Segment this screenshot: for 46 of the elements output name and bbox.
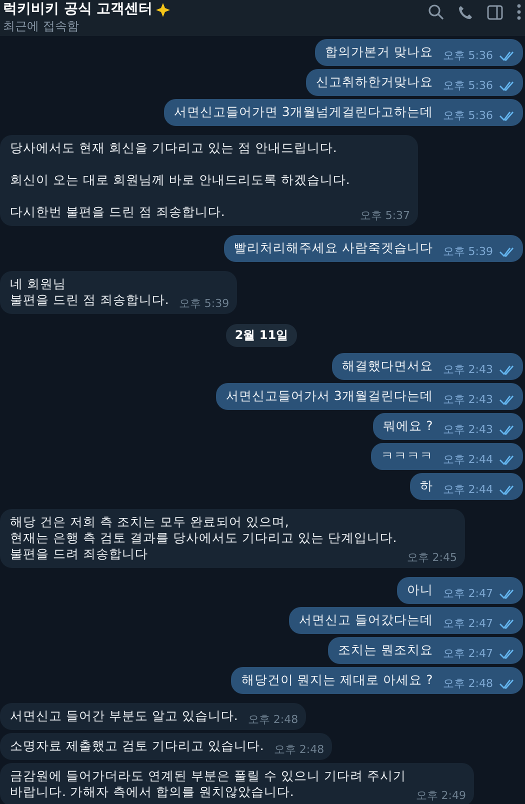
sidebar-toggle-icon[interactable] (487, 4, 503, 20)
message-time: 오후 5:36 (442, 48, 493, 63)
message-text: 조치는 뭔조치요 (338, 642, 433, 658)
phone-icon[interactable] (458, 4, 473, 20)
message-text: 뭐에요 ? (383, 418, 433, 434)
date-separator: 2월 11일 (226, 324, 298, 347)
message-text: ㅋㅋㅋㅋ (380, 448, 433, 464)
message-time: 오후 2:47 (442, 586, 493, 601)
message-time: 오후 2:44 (442, 452, 493, 467)
message-text: 당사에서도 현재 회신을 기다리고 있는 점 안내드립니다. 회신이 오는 대로 회원님께 바로 안내드리도록 하겠습니다. 다시한번 불편을 드린 점 죄송합니다. (10, 140, 350, 220)
message-text: 금감원에 들어가더라도 연계된 부분은 풀릴 수 있으니 기다려 주시기 바랍니다. 가해자 측에서 합의를 원치않았습니다. (10, 768, 406, 800)
last-seen-status: 최근에 접속함 (3, 18, 80, 34)
message-time: 오후 2:48 (442, 676, 493, 691)
message-text: 서면신고들어가서 3개월걸린다는데 (226, 388, 433, 404)
message-time: 오후 2:48 (274, 742, 324, 757)
message-text: 빨리처리해주세요 사람죽겟습니다 (234, 240, 433, 256)
message-text: 서면신고들어가면 3개월넘게걸린다고하는데 (174, 104, 433, 120)
search-icon[interactable] (428, 4, 444, 20)
message-text: 소명자료 제출했고 검토 기다리고 있습니다. (10, 738, 264, 754)
message-time: 오후 2:48 (248, 712, 298, 727)
message-time: 오후 2:47 (442, 616, 493, 631)
message-text: 신고취하한거맞나요 (316, 74, 433, 90)
message-time: 오후 2:45 (406, 550, 457, 565)
message-text: 해결했다면서요 (342, 358, 433, 374)
message-time: 오후 5:39 (442, 244, 493, 259)
message-text: 네 회원님 불편을 드린 점 죄송합니다. (10, 276, 169, 308)
more-menu-icon[interactable] (517, 4, 521, 20)
message-time: 오후 2:43 (442, 422, 493, 437)
message-time: 오후 5:39 (178, 296, 230, 311)
message-time: 오후 5:36 (442, 78, 493, 93)
message-time: 오후 5:36 (442, 108, 493, 123)
message-text: 해당건이 뭔지는 제대로 아세요 ? (241, 672, 433, 688)
message-text: 서면신고 들어간 부분도 알고 있습니다. (10, 708, 238, 724)
message-text: 합의가본거 맞나요 (324, 44, 433, 60)
sparkles-icon (154, 2, 171, 16)
chat-title: 럭키비키 공식 고객센터 (3, 1, 153, 18)
message-time: 오후 2:47 (442, 646, 493, 661)
message-text: 아니 (406, 582, 433, 598)
message-time: 오후 2:44 (442, 482, 493, 497)
message-text: 서면신고 들어갔다는데 (298, 612, 433, 628)
message-time: 오후 2:43 (442, 392, 493, 407)
message-time: 오후 2:49 (416, 788, 466, 803)
message-text: 하 (420, 478, 433, 494)
message-text: 해당 건은 저희 측 조치는 모두 완료되어 있으며, 현재는 은행 측 검토 결과를 당사에서도 기다리고 있는 단계입니다. 불편을 드려 죄송합니다 (10, 514, 397, 562)
message-time: 오후 5:37 (360, 208, 410, 223)
message-time: 오후 2:43 (442, 362, 493, 377)
